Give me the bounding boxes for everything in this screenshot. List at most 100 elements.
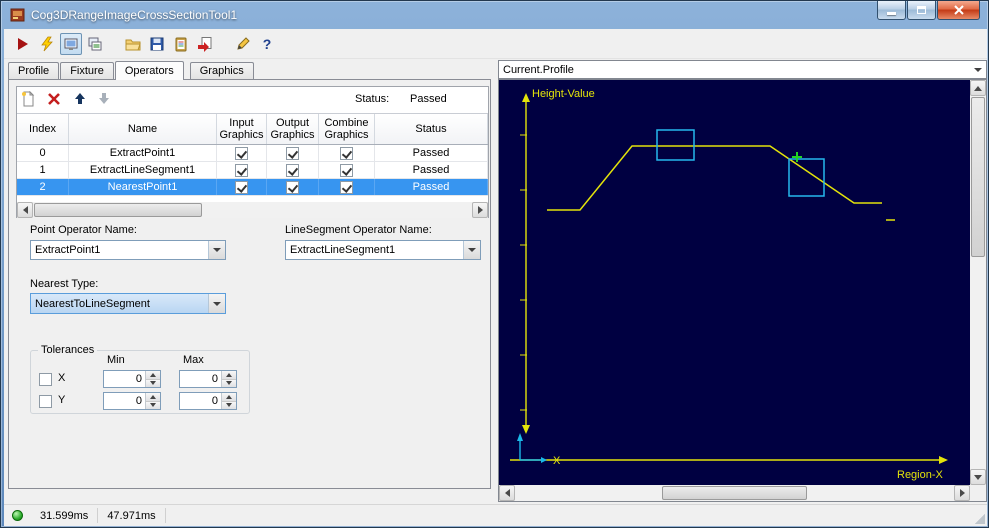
dropdown-button[interactable] — [208, 241, 225, 259]
spinner-down-button[interactable] — [222, 379, 236, 387]
output-graphics-checkbox[interactable] — [286, 163, 299, 177]
cell-input-graphics — [217, 162, 267, 178]
graphic-region-box-1[interactable] — [788, 158, 825, 197]
profile-chart-display[interactable]: Height-Value Region-X X — [498, 79, 987, 502]
spinner-up-button[interactable] — [222, 371, 236, 380]
grid-horizontal-scrollbar[interactable] — [17, 202, 488, 218]
resize-grip[interactable] — [972, 511, 985, 524]
input-graphics-checkbox[interactable] — [235, 146, 248, 160]
copy-results-button[interactable] — [170, 33, 192, 55]
run-button[interactable] — [12, 33, 34, 55]
close-button[interactable] — [937, 1, 980, 20]
tolerance-y-label: Y — [58, 394, 66, 406]
image-display-button[interactable] — [60, 32, 82, 55]
edit-button[interactable] — [232, 33, 254, 55]
add-operator-button[interactable] — [19, 90, 37, 108]
header-input-graphics[interactable]: Input Graphics — [217, 114, 267, 144]
chart-horizontal-scrollbar[interactable] — [499, 485, 970, 501]
tab-graphics[interactable]: Graphics — [189, 62, 254, 79]
status-label: Status: — [355, 93, 390, 105]
tolerance-x-checkbox[interactable] — [39, 373, 52, 386]
titlebar[interactable]: Cog3DRangeImageCrossSectionTool1 — [1, 1, 988, 29]
output-graphics-checkbox[interactable] — [286, 146, 299, 160]
spinner-down-button[interactable] — [146, 379, 160, 387]
input-graphics-checkbox[interactable] — [235, 180, 248, 194]
scroll-right-button[interactable] — [472, 202, 488, 218]
spinner-up-button[interactable] — [222, 393, 236, 402]
tolerance-y-checkbox[interactable] — [39, 395, 52, 408]
tolerance-y-min-spinner[interactable]: 0 — [103, 392, 161, 410]
origin-x-label: X — [553, 455, 561, 467]
tab-fixture[interactable]: Fixture — [60, 62, 114, 79]
spinner-up-button[interactable] — [146, 371, 160, 380]
cell-status: Passed — [375, 145, 488, 161]
header-combine-graphics[interactable]: Combine Graphics — [319, 114, 375, 144]
scroll-right-button[interactable] — [954, 485, 970, 501]
tolerance-x-min-spinner[interactable]: 0 — [103, 370, 161, 388]
combine-graphics-checkbox[interactable] — [340, 163, 353, 177]
tab-operators[interactable]: Operators — [114, 61, 184, 80]
minimize-button[interactable] — [877, 1, 906, 20]
scroll-down-button[interactable] — [970, 469, 986, 485]
grid-row-0[interactable]: 0 ExtractPoint1 Passed — [17, 145, 488, 162]
profile-selector[interactable]: Current.Profile — [498, 60, 987, 79]
move-down-button[interactable] — [95, 90, 113, 108]
point-operator-combobox[interactable]: ExtractPoint1 — [30, 240, 226, 260]
up-arrow-icon — [974, 85, 982, 91]
import-button[interactable] — [194, 33, 216, 55]
linesegment-operator-combobox[interactable]: ExtractLineSegment1 — [285, 240, 481, 260]
maximize-button[interactable] — [907, 1, 936, 20]
scrollbar-thumb[interactable] — [971, 97, 985, 257]
tab-label: Fixture — [70, 65, 104, 77]
spinner-down-button[interactable] — [146, 401, 160, 409]
tolerance-x-max-spinner[interactable]: 0 — [179, 370, 237, 388]
delete-operator-button[interactable] — [45, 90, 63, 108]
new-document-icon — [22, 91, 35, 107]
open-button[interactable] — [122, 33, 144, 55]
profile-chart[interactable]: Height-Value Region-X X — [499, 80, 970, 485]
dropdown-button[interactable] — [969, 61, 986, 78]
scrollbar-thumb[interactable] — [34, 203, 202, 217]
spinner-buttons — [221, 393, 236, 409]
scrollbar-thumb[interactable] — [662, 486, 807, 500]
electric-button[interactable] — [36, 33, 58, 55]
chevron-down-icon — [973, 67, 982, 72]
scroll-up-button[interactable] — [970, 80, 986, 96]
cell-name: ExtractPoint1 — [69, 145, 217, 161]
spinner-up-button[interactable] — [146, 393, 160, 402]
spinner-value: 0 — [135, 373, 142, 385]
image-stack-icon — [88, 37, 102, 50]
scroll-left-button[interactable] — [499, 485, 515, 501]
spinner-value: 0 — [135, 395, 142, 407]
grid-row-1[interactable]: 1 ExtractLineSegment1 Passed — [17, 162, 488, 179]
scroll-left-button[interactable] — [17, 202, 33, 218]
monitor-icon — [64, 38, 78, 50]
tab-label: Graphics — [199, 65, 244, 77]
output-graphics-checkbox[interactable] — [286, 180, 299, 194]
nearest-type-combobox[interactable]: NearestToLineSegment — [30, 293, 226, 314]
tab-profile[interactable]: Profile — [8, 62, 60, 79]
grid-row-2-selected[interactable]: 2 NearestPoint1 Passed — [17, 179, 488, 196]
combine-graphics-checkbox[interactable] — [340, 180, 353, 194]
save-button[interactable] — [146, 33, 168, 55]
header-status[interactable]: Status — [375, 114, 488, 144]
header-output-graphics[interactable]: Output Graphics — [267, 114, 319, 144]
right-arrow-icon — [477, 206, 483, 214]
spinner-down-button[interactable] — [222, 401, 236, 409]
dropdown-button[interactable] — [463, 241, 480, 259]
profile-selector-value: Current.Profile — [503, 63, 574, 76]
header-name[interactable]: Name — [69, 114, 217, 144]
input-graphics-checkbox[interactable] — [235, 163, 248, 177]
chart-vertical-scrollbar[interactable] — [970, 80, 986, 485]
graphic-region-box-0[interactable] — [656, 129, 695, 161]
help-button[interactable]: ? — [256, 33, 278, 55]
dropdown-button[interactable] — [208, 294, 225, 313]
combine-graphics-checkbox[interactable] — [340, 146, 353, 160]
tolerance-y-max-spinner[interactable]: 0 — [179, 392, 237, 410]
origin-arrow-up — [517, 433, 523, 441]
graphics-display-button[interactable] — [84, 33, 106, 55]
move-up-button[interactable] — [71, 90, 89, 108]
header-index[interactable]: Index — [17, 114, 69, 144]
pencil-icon — [237, 36, 250, 50]
window-title: Cog3DRangeImageCrossSectionTool1 — [31, 8, 238, 22]
